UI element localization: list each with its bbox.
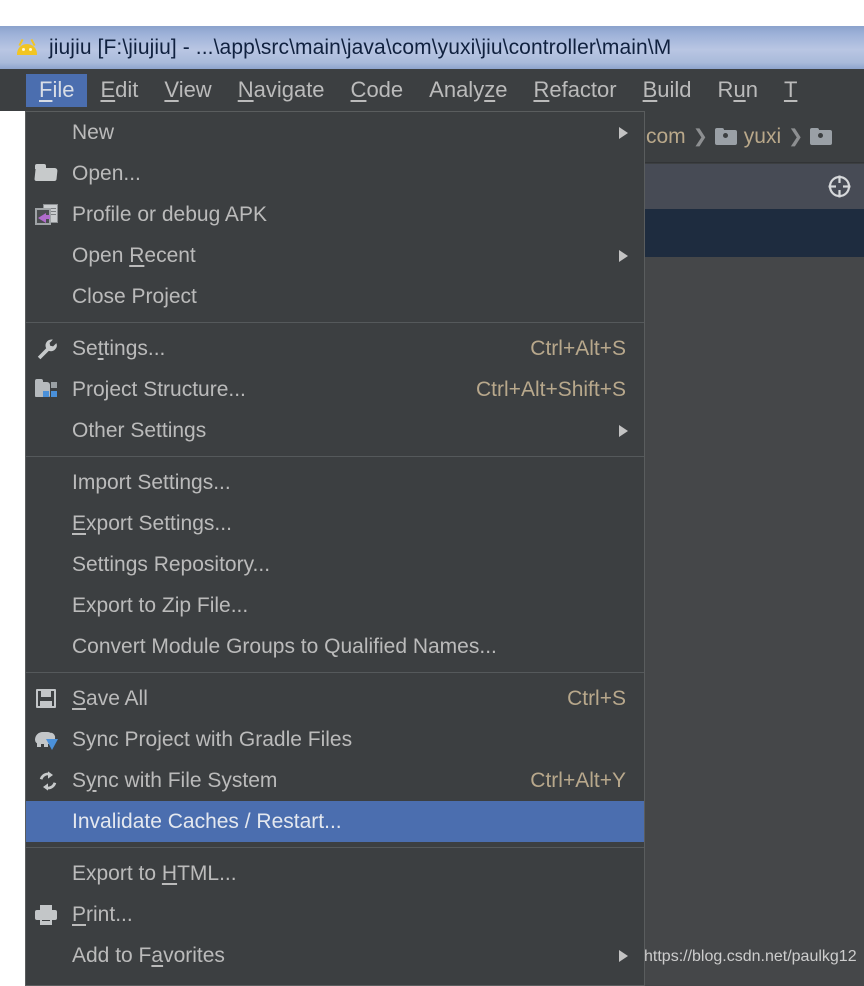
menu-item-label: Profile or debug APK [72, 203, 267, 226]
menu-item-project-structure[interactable]: Project Structure... Ctrl+Alt+Shift+S [26, 369, 644, 410]
menubar-item-tools[interactable]: T [771, 74, 810, 107]
menu-item-label: Add to Favorites [72, 944, 225, 967]
menu-item-settings-repository[interactable]: Settings Repository... [26, 544, 644, 585]
editor-toolbar [640, 164, 864, 209]
menu-item-shortcut: Ctrl+Alt+Y [530, 768, 626, 792]
menu-item-convert-module-groups[interactable]: Convert Module Groups to Qualified Names… [26, 626, 644, 667]
window-title: jiujiu [F:\jiujiu] - ...\app\src\main\ja… [49, 35, 672, 59]
menu-item-label: Settings... [72, 337, 166, 360]
menu-item-label: Sync with File System [72, 769, 278, 792]
watermark: https://blog.csdn.net/paulkg12 [644, 948, 857, 965]
project-structure-icon [34, 378, 62, 402]
menu-item-label: Sync Project with Gradle Files [72, 728, 353, 751]
menu-item-label: Export to Zip File... [72, 594, 249, 617]
menu-item-print[interactable]: Print... [26, 894, 644, 935]
menu-item-label: Export Settings... [72, 512, 232, 535]
menu-item-add-to-favorites[interactable]: Add to Favorites [26, 935, 644, 976]
chevron-right-icon [619, 126, 628, 139]
menu-item-label: Project Structure... [72, 378, 246, 401]
chevron-right-icon [619, 424, 628, 437]
menu-item-label: Open Recent [72, 244, 196, 267]
menubar-item-navigate[interactable]: Navigate [225, 74, 338, 107]
menu-item-close-project[interactable]: Close Project [26, 276, 644, 317]
menu-item-save-all[interactable]: Save All Ctrl+S [26, 678, 644, 719]
menu-item-settings[interactable]: Settings... Ctrl+Alt+S [26, 328, 644, 369]
breadcrumb: com ❯ yuxi ❯ [640, 111, 864, 163]
chevron-right-icon: ❯ [692, 126, 708, 146]
menu-item-export-settings[interactable]: Export Settings... [26, 503, 644, 544]
menubar-item-code[interactable]: Code [338, 74, 417, 107]
menu-separator [26, 672, 644, 673]
menu-item-label: Invalidate Caches / Restart... [72, 810, 342, 833]
editor-area: com ❯ yuxi ❯ [640, 111, 864, 986]
menu-item-import-settings[interactable]: Import Settings... [26, 462, 644, 503]
folder-icon [810, 128, 833, 145]
menu-item-label: Close Project [72, 285, 197, 308]
file-menu-dropdown: New Open... Profile or debug APK Open Re… [25, 111, 645, 986]
menu-separator [26, 847, 644, 848]
breadcrumb-item-yuxi[interactable]: yuxi [744, 125, 781, 149]
sync-icon [34, 769, 62, 793]
menu-item-export-to-zip-file[interactable]: Export to Zip File... [26, 585, 644, 626]
window-titlebar: jiujiu [F:\jiujiu] - ...\app\src\main\ja… [0, 26, 864, 69]
folder-open-icon [34, 162, 62, 186]
menu-separator [26, 456, 644, 457]
crosshair-target-icon[interactable] [827, 174, 852, 199]
profile-apk-icon [34, 203, 62, 227]
menubar-item-analyze[interactable]: Analyze [416, 74, 520, 107]
menu-item-label: Settings Repository... [72, 553, 271, 576]
android-icon [14, 38, 40, 58]
menubar-item-file[interactable]: File [26, 73, 88, 107]
gradle-icon [34, 728, 62, 752]
menu-item-label: Import Settings... [72, 471, 231, 494]
menubar-item-build[interactable]: Build [630, 74, 705, 107]
menu-item-label: Other Settings [72, 419, 207, 442]
breadcrumb-item-com[interactable]: com [646, 125, 686, 149]
menu-item-invalidate-caches-restart[interactable]: Invalidate Caches / Restart... [26, 801, 644, 842]
menubar-item-view[interactable]: View [151, 74, 224, 107]
menubar-item-refactor[interactable]: Refactor [520, 74, 629, 107]
save-icon [34, 687, 62, 711]
menu-item-sync-with-file-system[interactable]: Sync with File System Ctrl+Alt+Y [26, 760, 644, 801]
top-white-strip [0, 0, 864, 26]
menu-item-label: New [72, 121, 115, 144]
menu-item-open[interactable]: Open... [26, 153, 644, 194]
menu-item-label: Save All [72, 687, 148, 710]
menu-item-sync-project-with-gradle-files[interactable]: Sync Project with Gradle Files [26, 719, 644, 760]
menu-item-label: Print... [72, 903, 133, 926]
chevron-right-icon [619, 949, 628, 962]
chevron-right-icon: ❯ [788, 126, 804, 146]
menubar-item-edit[interactable]: Edit [87, 74, 151, 107]
menu-item-shortcut: Ctrl+S [567, 686, 626, 710]
chevron-right-icon [619, 249, 628, 262]
wrench-icon [34, 337, 62, 361]
menu-item-label: Open... [72, 162, 141, 185]
folder-icon [714, 128, 737, 145]
menu-item-new[interactable]: New [26, 112, 644, 153]
menu-item-other-settings[interactable]: Other Settings [26, 410, 644, 451]
menu-item-profile-or-debug-apk[interactable]: Profile or debug APK [26, 194, 644, 235]
menu-item-shortcut: Ctrl+Alt+Shift+S [476, 377, 626, 401]
menu-item-open-recent[interactable]: Open Recent [26, 235, 644, 276]
menu-item-export-to-html[interactable]: Export to HTML... [26, 853, 644, 894]
menubar: File Edit View Navigate Code Analyze Ref… [0, 69, 864, 111]
menu-separator [26, 322, 644, 323]
menu-item-label: Export to HTML... [72, 862, 237, 885]
print-icon [34, 903, 62, 927]
editor-body[interactable] [640, 257, 864, 986]
menu-item-shortcut: Ctrl+Alt+S [530, 336, 626, 360]
menu-item-label: Convert Module Groups to Qualified Names… [72, 635, 497, 658]
menubar-item-run[interactable]: Run [705, 74, 771, 107]
editor-selected-line [640, 209, 864, 257]
